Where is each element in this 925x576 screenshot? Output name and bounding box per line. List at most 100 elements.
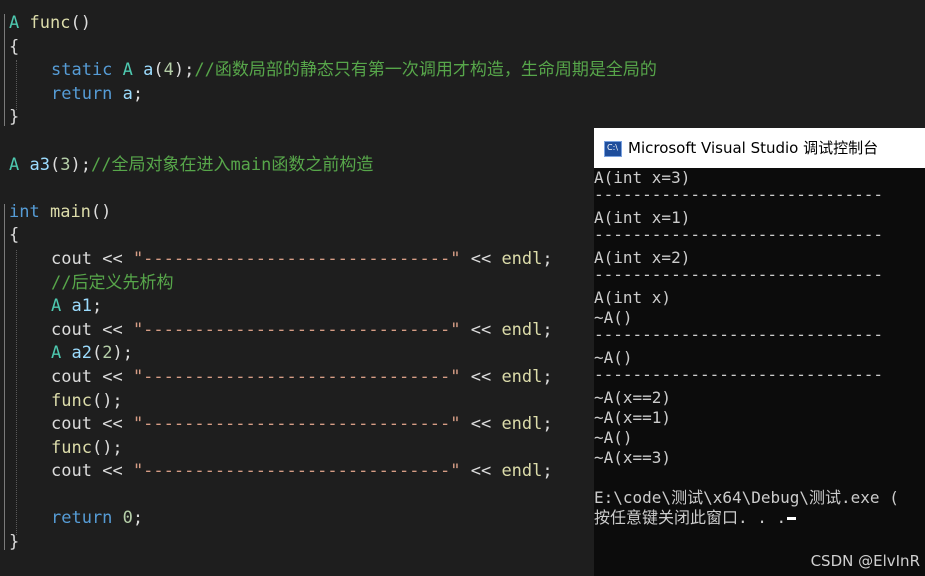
code-token: ; [132, 84, 144, 104]
code-token: ( [91, 343, 103, 363]
code-token: func [51, 438, 92, 458]
code-token: A [9, 155, 20, 175]
code-token: ( [153, 60, 164, 80]
code-line[interactable]: A a1; [51, 295, 102, 318]
code-token: ; [542, 414, 553, 434]
code-string: "------------------------------" [132, 461, 461, 481]
code-string: "------------------------------" [132, 320, 461, 340]
code-line[interactable]: cout << "------------------------------"… [51, 319, 553, 342]
code-token: func [51, 391, 92, 411]
code-token: cout [51, 320, 92, 340]
console-prompt-line: 按任意键关闭此窗口. . . [594, 508, 797, 528]
console-line: ~A(x==3) [594, 448, 672, 467]
code-token: endl [501, 320, 543, 340]
code-token: A [51, 343, 62, 363]
watermark: CSDN @ElvInR [810, 552, 920, 570]
code-token: endl [501, 249, 543, 269]
console-line: ------------------------------ [594, 365, 883, 384]
code-token: return [51, 84, 113, 104]
code-line[interactable]: cout << "------------------------------"… [51, 460, 553, 483]
code-token: << [102, 320, 123, 340]
code-line[interactable]: static A a(4);//函数局部的静态只有第一次调用才构造，生命周期是全… [51, 59, 657, 82]
code-token: cout [51, 367, 92, 387]
code-line[interactable]: cout << "------------------------------"… [51, 413, 553, 436]
indent-guide [16, 60, 17, 110]
code-string: "------------------------------" [132, 249, 461, 269]
code-token: } [9, 532, 20, 552]
code-token: 4 [163, 60, 174, 80]
code-line[interactable]: A func() [9, 12, 91, 35]
console-line: E:\code\测试\x64\Debug\测试.exe ( [594, 488, 899, 507]
code-token: << [470, 414, 492, 434]
code-token: ); [112, 343, 133, 363]
code-comment: //函数局部的静态只有第一次调用才构造，生命周期是全局的 [194, 60, 657, 80]
code-token: endl [501, 414, 543, 434]
code-line[interactable]: } [9, 106, 19, 129]
code-line[interactable]: A a2(2); [51, 342, 133, 365]
code-line[interactable]: func(); [51, 437, 123, 460]
code-token: 3 [60, 155, 71, 175]
code-token: endl [501, 461, 543, 481]
console-line: ~A() [594, 428, 633, 447]
code-token: A [9, 13, 20, 33]
console-window-icon: C:\ [604, 141, 622, 157]
console-line: ------------------------------ [594, 265, 883, 284]
code-token: 0 [122, 508, 133, 528]
code-comment: //全局对象在进入main函数之前构造 [90, 155, 374, 175]
code-token: ); [70, 155, 91, 175]
code-token: (); [91, 438, 123, 458]
console-line: ~A(x==1) [594, 408, 672, 427]
code-line[interactable]: return a; [51, 83, 143, 106]
code-token: << [470, 461, 492, 481]
debug-console-window[interactable]: C:\ Microsoft Visual Studio 调试控制台 A(int … [594, 128, 925, 576]
code-token: { [9, 225, 20, 245]
code-line[interactable]: int main() [9, 201, 111, 224]
code-token: cout [51, 249, 92, 269]
code-line[interactable]: //后定义先析构 [51, 272, 173, 295]
code-token: static [51, 60, 113, 80]
code-token: << [102, 461, 123, 481]
fold-indicator[interactable] [4, 14, 5, 126]
code-string: "------------------------------" [132, 414, 461, 434]
code-token: } [9, 107, 20, 127]
code-token: << [102, 367, 123, 387]
code-token: { [9, 37, 20, 57]
code-line[interactable]: A a3(3);//全局对象在进入main函数之前构造 [9, 154, 373, 177]
text-cursor [787, 517, 797, 520]
code-token: a1 [71, 296, 92, 316]
code-token: endl [501, 367, 543, 387]
code-token: << [470, 320, 492, 340]
code-token: ; [542, 461, 553, 481]
code-line[interactable]: cout << "------------------------------"… [51, 248, 553, 271]
code-token: (); [91, 391, 123, 411]
code-token: ; [542, 249, 553, 269]
code-token: ; [91, 296, 103, 316]
fold-indicator[interactable] [4, 204, 5, 550]
console-line: ------------------------------ [594, 185, 883, 204]
console-line: ------------------------------ [594, 225, 883, 244]
code-line[interactable]: } [9, 531, 19, 554]
console-line: ------------------------------ [594, 325, 883, 344]
code-line[interactable]: { [9, 36, 19, 59]
code-token: ; [542, 367, 553, 387]
code-token: a [143, 60, 154, 80]
code-line[interactable]: { [9, 224, 19, 247]
console-line: 按任意键关闭此窗口. . . [594, 508, 787, 527]
code-token: () [70, 13, 91, 33]
console-line: A(int x) [594, 288, 672, 307]
code-line[interactable]: return 0; [51, 507, 143, 530]
code-token: a2 [71, 343, 92, 363]
code-token: ( [49, 155, 61, 175]
code-token: ; [132, 508, 144, 528]
code-comment: //后定义先析构 [51, 273, 174, 293]
code-token: int [9, 202, 40, 222]
code-token: A [51, 296, 62, 316]
code-token: func [29, 13, 71, 33]
console-title-bar[interactable]: C:\ Microsoft Visual Studio 调试控制台 [594, 128, 925, 168]
code-token: A [122, 60, 133, 80]
code-token: cout [51, 461, 92, 481]
console-line: ~A(x==2) [594, 388, 672, 407]
code-token: return [51, 508, 113, 528]
code-line[interactable]: func(); [51, 390, 123, 413]
code-line[interactable]: cout << "------------------------------"… [51, 366, 553, 389]
